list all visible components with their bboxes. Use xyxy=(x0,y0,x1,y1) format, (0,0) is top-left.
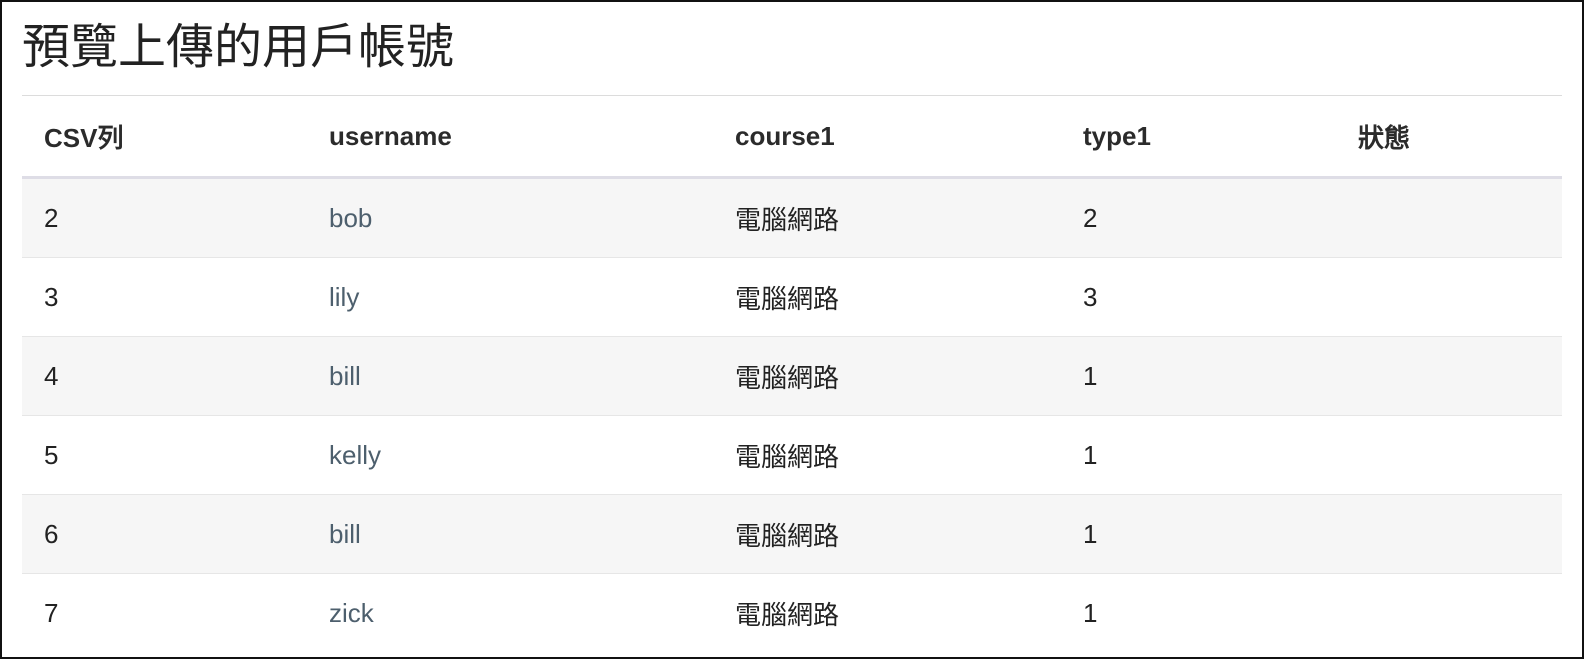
column-header-csv-row: CSV列 xyxy=(22,96,307,179)
username-link[interactable]: kelly xyxy=(329,440,381,470)
status-cell xyxy=(1336,415,1562,495)
username-link[interactable]: zick xyxy=(329,598,374,628)
preview-panel: 預覽上傳的用戶帳號 CSV列 username course1 type1 狀態… xyxy=(0,0,1584,659)
username-cell: bill xyxy=(307,494,713,574)
status-cell xyxy=(1336,336,1562,416)
status-cell xyxy=(1336,494,1562,574)
type1-cell: 1 xyxy=(1061,415,1336,495)
table-row: 6 bill 電腦網路 1 xyxy=(22,494,1562,574)
uploaded-users-table: CSV列 username course1 type1 狀態 2 bob 電腦網… xyxy=(22,96,1562,652)
username-cell: kelly xyxy=(307,415,713,495)
username-link[interactable]: bill xyxy=(329,519,361,549)
csv-row-cell: 5 xyxy=(22,415,307,495)
username-cell: zick xyxy=(307,573,713,652)
type1-cell: 3 xyxy=(1061,257,1336,337)
csv-row-cell: 3 xyxy=(22,257,307,337)
type1-cell: 2 xyxy=(1061,177,1336,258)
table-row: 3 lily 電腦網路 3 xyxy=(22,257,1562,337)
table-row: 4 bill 電腦網路 1 xyxy=(22,336,1562,416)
course1-cell: 電腦網路 xyxy=(713,494,1061,574)
type1-cell: 1 xyxy=(1061,336,1336,416)
username-cell: bill xyxy=(307,336,713,416)
username-cell: bob xyxy=(307,177,713,258)
csv-row-cell: 4 xyxy=(22,336,307,416)
page-title: 預覽上傳的用戶帳號 xyxy=(22,21,455,74)
course1-cell: 電腦網路 xyxy=(713,177,1061,258)
username-link[interactable]: bob xyxy=(329,203,372,233)
username-cell: lily xyxy=(307,257,713,337)
column-header-type1: type1 xyxy=(1061,96,1336,179)
table-row: 2 bob 電腦網路 2 xyxy=(22,177,1562,258)
username-link[interactable]: bill xyxy=(329,361,361,391)
type1-cell: 1 xyxy=(1061,573,1336,652)
column-header-username: username xyxy=(307,96,713,179)
csv-row-cell: 7 xyxy=(22,573,307,652)
status-cell xyxy=(1336,573,1562,652)
csv-row-cell: 6 xyxy=(22,494,307,574)
column-header-course1: course1 xyxy=(713,96,1061,179)
status-cell xyxy=(1336,257,1562,337)
type1-cell: 1 xyxy=(1061,494,1336,574)
course1-cell: 電腦網路 xyxy=(713,573,1061,652)
status-cell xyxy=(1336,177,1562,258)
table-row: 7 zick 電腦網路 1 xyxy=(22,573,1562,652)
username-link[interactable]: lily xyxy=(329,282,359,312)
course1-cell: 電腦網路 xyxy=(713,336,1061,416)
course1-cell: 電腦網路 xyxy=(713,257,1061,337)
csv-row-cell: 2 xyxy=(22,177,307,258)
table-row: 5 kelly 電腦網路 1 xyxy=(22,415,1562,495)
column-header-status: 狀態 xyxy=(1336,96,1562,179)
table-header-row: CSV列 username course1 type1 狀態 xyxy=(22,96,1562,179)
course1-cell: 電腦網路 xyxy=(713,415,1061,495)
